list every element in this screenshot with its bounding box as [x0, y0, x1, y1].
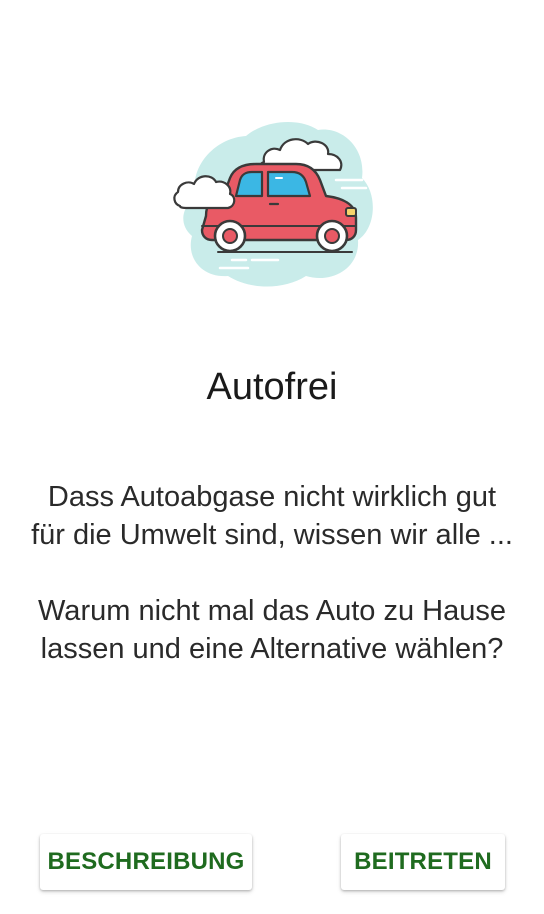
car-illustration [166, 108, 380, 292]
join-button[interactable]: BEITRETEN [341, 834, 505, 890]
description-button[interactable]: BESCHREIBUNG [40, 834, 252, 890]
description: Dass Autoabgase nicht wirklich gut für d… [28, 478, 516, 668]
car-with-clouds-icon [173, 122, 373, 287]
description-paragraph-1: Dass Autoabgase nicht wirklich gut für d… [31, 481, 513, 551]
description-paragraph-2: Warum nicht mal das Auto zu Hause lassen… [38, 595, 506, 665]
page-title: Autofrei [206, 366, 338, 408]
